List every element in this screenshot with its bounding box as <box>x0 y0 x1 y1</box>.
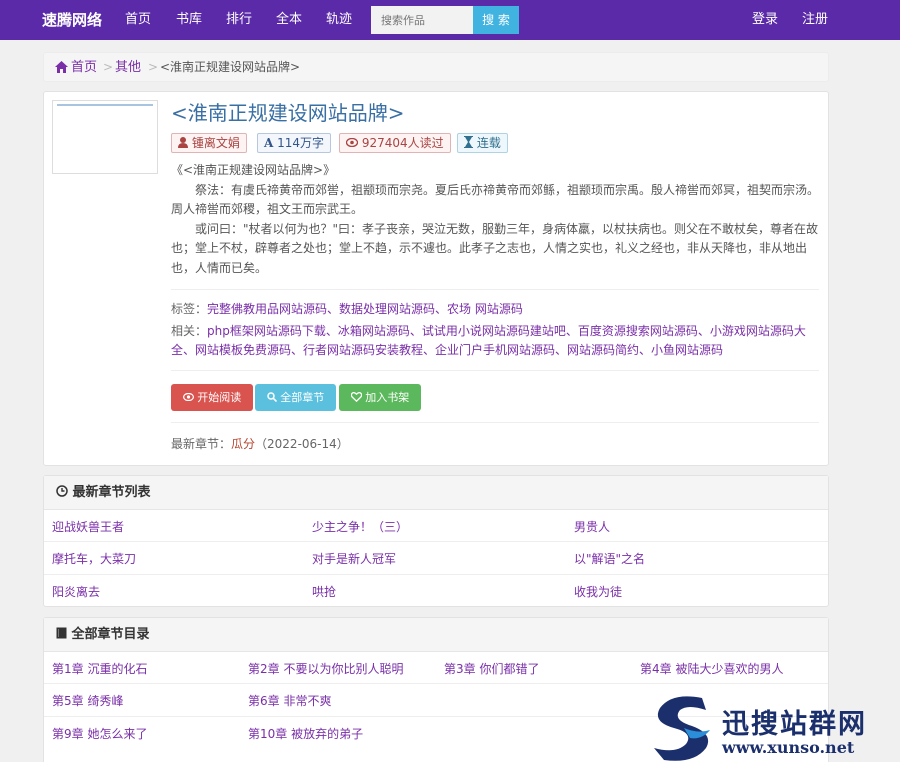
chapter-link[interactable]: 第9章 她怎么来了 <box>52 725 147 742</box>
chapter-link[interactable]: 第3章 你们都错了 <box>444 660 539 677</box>
nav-library[interactable]: 书库 <box>176 0 202 40</box>
divider <box>171 422 819 423</box>
chapter-link[interactable]: 迎战妖兽王者 <box>52 518 124 535</box>
author-name: 锺离文娟 <box>191 136 240 150</box>
breadcrumb-separator: > <box>148 60 159 74</box>
description-title: 《<淮南正规建设网站品牌>》 <box>171 163 336 177</box>
chapter-link[interactable]: 第1章 沉重的化石 <box>52 660 147 677</box>
chapter-link[interactable]: 少主之争！（三） <box>312 518 408 535</box>
chapter-link[interactable]: 男贵人 <box>574 518 610 535</box>
watermark-text: 迅搜站群网 <box>722 709 867 740</box>
row-divider <box>44 683 828 684</box>
eye-icon <box>182 392 194 402</box>
word-count: 114万字 <box>277 136 325 150</box>
related-label: 相关： <box>171 324 208 338</box>
nav-complete[interactable]: 全本 <box>276 0 302 40</box>
latest-chapter-link[interactable]: 瓜分 <box>231 437 255 451</box>
chapter-link[interactable]: 阳炎离去 <box>52 583 100 600</box>
login-link[interactable]: 登录 <box>752 0 778 40</box>
nav-history[interactable]: 轨迹 <box>326 0 352 40</box>
eye-icon <box>345 137 359 148</box>
all-chapters-title: 全部章节目录 <box>71 627 150 642</box>
latest-chapter-label: 最新章节： <box>171 437 232 451</box>
status-text: 连载 <box>476 136 501 150</box>
tags-links[interactable]: 完整佛教用品网站源码、数据处理网站源码、农场 网站源码 <box>207 302 523 316</box>
chapter-link[interactable]: 哄抢 <box>312 583 336 600</box>
breadcrumb-category[interactable]: 其他 <box>115 53 141 82</box>
book-cover[interactable] <box>52 100 158 174</box>
search-input[interactable] <box>371 6 473 34</box>
font-icon: A <box>264 136 274 150</box>
clock-icon <box>56 485 68 497</box>
all-chapters-header: 全部章节目录 <box>44 618 828 652</box>
cover-stripe <box>57 104 153 106</box>
read-count-badge: 927404人读过 <box>339 133 451 153</box>
register-link[interactable]: 注册 <box>802 0 828 40</box>
tags-label: 标签： <box>171 302 208 316</box>
latest-chapters-title: 最新章节列表 <box>72 485 151 500</box>
site-logo[interactable]: 速腾网络 <box>42 0 102 40</box>
divider <box>171 370 819 371</box>
nav-home[interactable]: 首页 <box>125 0 151 40</box>
breadcrumb: 首页 > 其他 > <淮南正规建设网站品牌> <box>43 52 829 82</box>
book-title: <淮南正规建设网站品牌> <box>171 101 405 125</box>
divider <box>171 289 819 290</box>
chapter-link[interactable]: 以"解语"之名 <box>574 550 645 567</box>
start-reading-label: 开始阅读 <box>197 391 242 404</box>
search-button[interactable]: 搜 索 <box>473 6 519 34</box>
status-badge: 连载 <box>457 133 508 153</box>
description-paragraph: 或问曰："杖者以何为也？"曰：孝子丧亲，哭泣无数，服勤三年，身病体羸，以杖扶病也… <box>171 221 819 275</box>
related-row: 相关：php框架网站源码下载、冰箱网站源码、试试用小说网站源码建站吧、百度资源搜… <box>171 322 821 360</box>
row-divider <box>44 541 828 542</box>
latest-chapter-date: （2022-06-14） <box>255 437 349 451</box>
book-info-panel: <淮南正规建设网站品牌> 锺离文娟 A 114万字 927404人读过 连载 《… <box>43 91 829 466</box>
add-bookshelf-label: 加入书架 <box>365 391 410 404</box>
row-divider <box>44 574 828 575</box>
latest-chapter-row: 最新章节：瓜分（2022-06-14） <box>171 435 349 452</box>
chapter-link[interactable]: 第4章 被陆大少喜欢的男人 <box>640 660 783 677</box>
chapter-link[interactable]: 摩托车，大菜刀 <box>52 550 136 567</box>
nav-ranking[interactable]: 排行 <box>226 0 252 40</box>
related-links[interactable]: php框架网站源码下载、冰箱网站源码、试试用小说网站源码建站吧、百度资源搜索网站… <box>171 324 806 357</box>
all-chapters-button[interactable]: 全部章节 <box>255 384 336 411</box>
watermark-url: www.xunso.net <box>722 738 855 757</box>
latest-chapters-panel: 最新章节列表 迎战妖兽王者 少主之争！（三） 男贵人 摩托车，大菜刀 对手是新人… <box>43 475 829 607</box>
chapter-link[interactable]: 第6章 非常不爽 <box>248 692 331 709</box>
add-bookshelf-button[interactable]: 加入书架 <box>339 384 421 411</box>
latest-chapters-header: 最新章节列表 <box>44 476 828 510</box>
author-badge[interactable]: 锺离文娟 <box>171 133 247 153</box>
chapter-link[interactable]: 第2章 不要以为你比别人聪明 <box>248 660 403 677</box>
description-paragraph: 祭法：有虞氏禘黄帝而郊喾，祖颛顼而宗尧。夏后氏亦禘黄帝而郊鲧，祖颛顼而宗禹。殷人… <box>171 182 820 217</box>
search-icon <box>267 392 277 403</box>
start-reading-button[interactable]: 开始阅读 <box>171 384 253 411</box>
breadcrumb-home[interactable]: 首页 <box>71 53 97 82</box>
word-count-badge: A 114万字 <box>257 133 332 153</box>
chapter-link[interactable]: 第5章 绮秀峰 <box>52 692 123 709</box>
chapter-link[interactable]: 对手是新人冠军 <box>312 550 396 567</box>
breadcrumb-current: <淮南正规建设网站品牌> <box>160 60 301 74</box>
breadcrumb-separator: > <box>103 60 114 74</box>
chapter-link[interactable]: 第10章 被放弃的弟子 <box>248 725 363 742</box>
book-icon <box>56 627 67 639</box>
tags-row: 标签：完整佛教用品网站源码、数据处理网站源码、农场 网站源码 <box>171 300 821 319</box>
chapter-link[interactable]: 收我为徒 <box>574 583 622 600</box>
read-count: 927404人读过 <box>361 136 444 150</box>
user-icon <box>178 137 188 148</box>
home-icon <box>55 61 68 73</box>
book-description: 《<淮南正规建设网站品牌>》 祭法：有虞氏禘黄帝而郊喾，祖颛顼而宗尧。夏后氏亦禘… <box>171 161 821 278</box>
top-navbar: 速腾网络 首页 书库 排行 全本 轨迹 搜 索 登录 注册 <box>0 0 900 40</box>
heart-icon <box>350 391 363 403</box>
hourglass-icon <box>464 136 473 148</box>
all-chapters-label: 全部章节 <box>280 391 325 404</box>
